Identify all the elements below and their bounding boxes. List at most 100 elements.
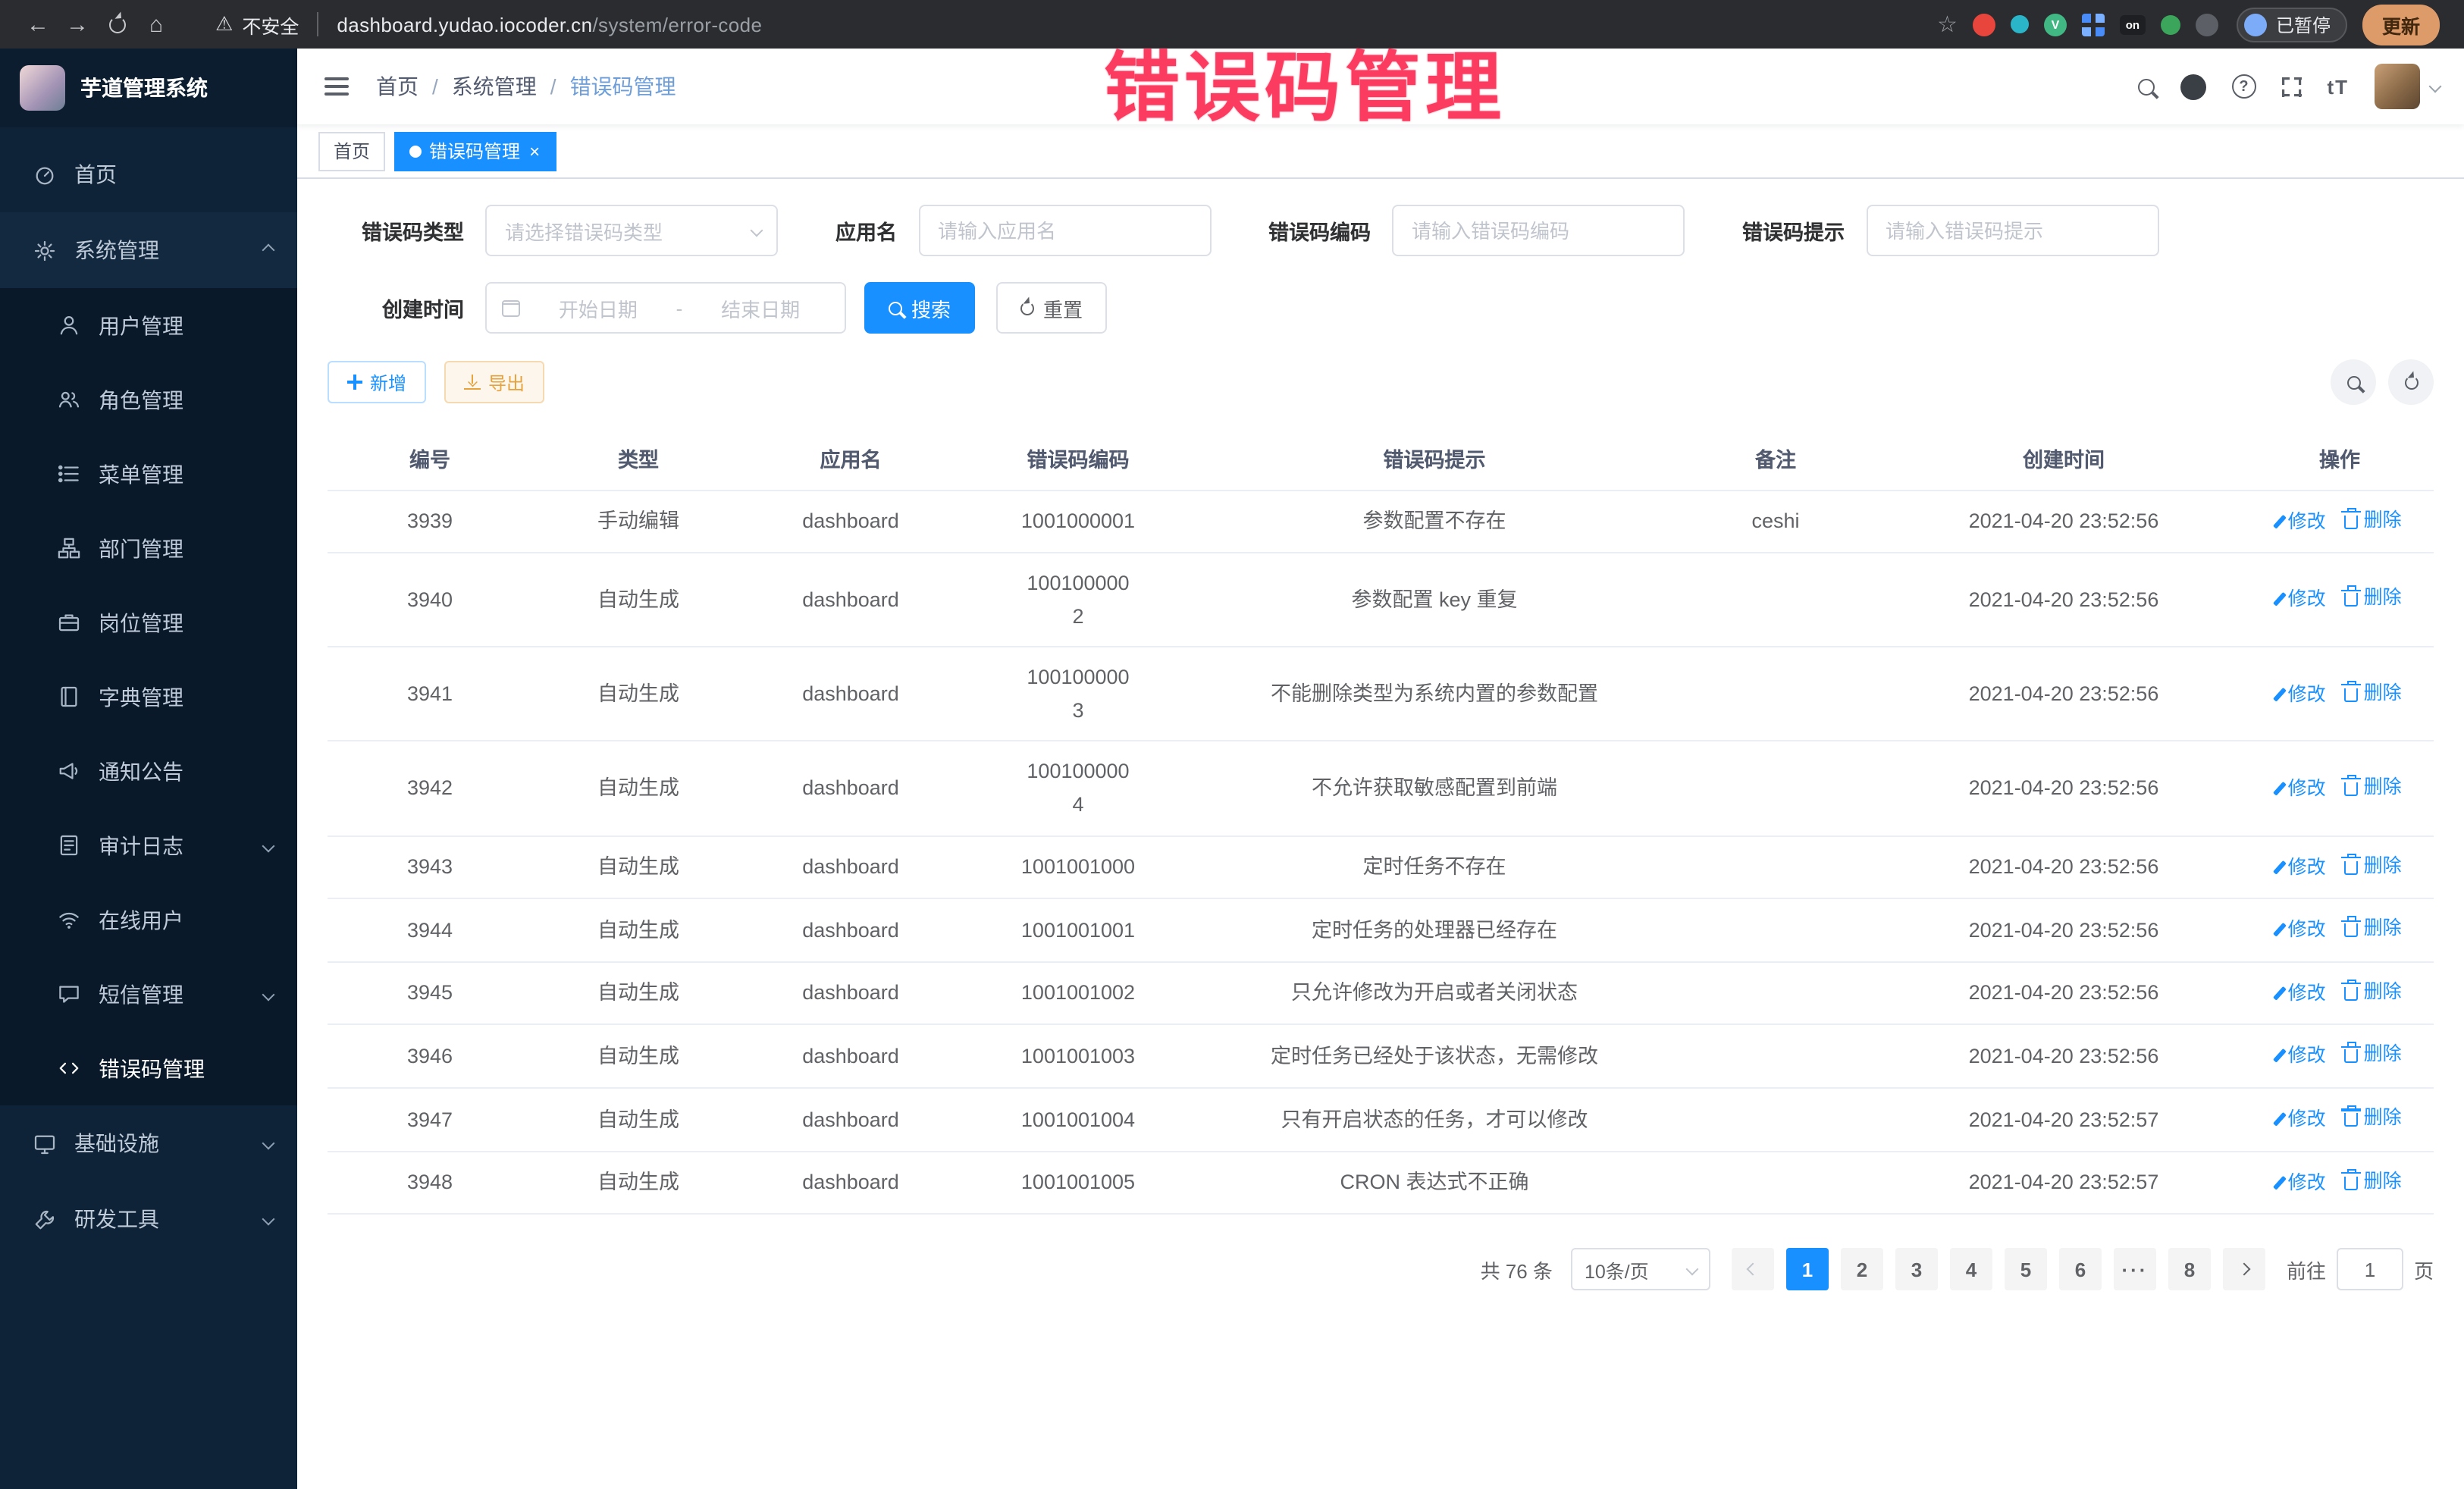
- delete-link[interactable]: 删除: [2344, 976, 2402, 1007]
- dashboard-icon: [32, 163, 56, 186]
- extension-icon-on[interactable]: on: [2120, 14, 2146, 34]
- error-code-input[interactable]: [1392, 205, 1685, 256]
- breadcrumb-separator: /: [432, 74, 438, 99]
- delete-link[interactable]: 删除: [2344, 914, 2402, 944]
- sidebar-item-announcement[interactable]: 通知公告: [0, 734, 297, 808]
- edit-icon: [2273, 923, 2286, 936]
- vue-devtools-extension-icon[interactable]: V: [2044, 13, 2067, 36]
- search-icon[interactable]: [2137, 78, 2154, 95]
- browser-forward-icon[interactable]: →: [58, 5, 97, 44]
- sidebar-item-audit-log[interactable]: 审计日志: [0, 808, 297, 882]
- edit-link[interactable]: 修改: [2277, 773, 2325, 804]
- extension-icon-dark[interactable]: [2196, 13, 2218, 36]
- browser-back-icon[interactable]: ←: [18, 5, 58, 44]
- page-button-5[interactable]: 5: [2005, 1248, 2047, 1290]
- sidebar-item-label: 基础设施: [74, 1128, 159, 1158]
- delete-link[interactable]: 删除: [2344, 1165, 2402, 1196]
- breadcrumb-home[interactable]: 首页: [376, 71, 419, 102]
- add-button[interactable]: 新增: [328, 361, 426, 403]
- breadcrumb: 首页 / 系统管理 / 错误码管理: [376, 71, 676, 102]
- sidebar-item-menu-management[interactable]: 菜单管理: [0, 437, 297, 511]
- page-size-select[interactable]: 10条/页: [1571, 1248, 1710, 1290]
- sidebar-item-sms-management[interactable]: 短信管理: [0, 957, 297, 1031]
- browser-home-icon[interactable]: ⌂: [136, 5, 176, 44]
- next-page-button[interactable]: [2223, 1248, 2265, 1290]
- goto-page-input[interactable]: [2337, 1248, 2403, 1290]
- delete-link[interactable]: 删除: [2344, 1039, 2402, 1070]
- refresh-table-button[interactable]: [2388, 359, 2434, 405]
- tab-home[interactable]: 首页: [318, 131, 385, 171]
- sidebar-item-dict-management[interactable]: 字典管理: [0, 660, 297, 734]
- delete-link[interactable]: 删除: [2344, 504, 2402, 534]
- site-security-indicator[interactable]: ⚠ 不安全: [215, 10, 299, 39]
- extension-icon-grid[interactable]: [2082, 13, 2105, 36]
- error-type-select[interactable]: 请选择错误码类型: [485, 205, 778, 256]
- extension-icon-teal[interactable]: [2011, 15, 2029, 33]
- sidebar-item-system-management[interactable]: 系统管理: [0, 212, 297, 288]
- edit-link[interactable]: 修改: [2277, 851, 2325, 882]
- delete-link[interactable]: 删除: [2344, 583, 2402, 613]
- download-icon: [464, 375, 481, 390]
- browser-reload-icon[interactable]: [97, 5, 136, 44]
- sidebar-item-user-management[interactable]: 用户管理: [0, 288, 297, 362]
- bookmark-star-icon[interactable]: ☆: [1937, 11, 1958, 38]
- sidebar-item-role-management[interactable]: 角色管理: [0, 362, 297, 437]
- table-header-cell: 操作: [2246, 426, 2434, 490]
- edit-icon: [2273, 986, 2286, 1000]
- address-bar[interactable]: dashboard.yudao.iocoder.cn/system/error-…: [337, 13, 762, 36]
- close-icon[interactable]: ×: [528, 142, 541, 160]
- error-hint-input[interactable]: [1866, 205, 2158, 256]
- browser-update-button[interactable]: 更新: [2362, 4, 2440, 45]
- page-button-8[interactable]: 8: [2168, 1248, 2211, 1290]
- page-button-1[interactable]: 1: [1786, 1248, 1829, 1290]
- edit-link[interactable]: 修改: [2277, 915, 2325, 945]
- reset-button[interactable]: 重置: [996, 282, 1107, 334]
- edit-link[interactable]: 修改: [2277, 506, 2325, 536]
- sidebar-item-online-users[interactable]: 在线用户: [0, 882, 297, 957]
- github-icon[interactable]: [2180, 74, 2205, 99]
- app-name-input[interactable]: [918, 205, 1211, 256]
- edit-link[interactable]: 修改: [2277, 679, 2325, 709]
- breadcrumb-system[interactable]: 系统管理: [452, 71, 537, 102]
- extension-icon-red[interactable]: [1973, 13, 1995, 36]
- sidebar-item-dev-tools[interactable]: 研发工具: [0, 1181, 297, 1257]
- delete-link[interactable]: 删除: [2344, 772, 2402, 802]
- help-icon[interactable]: ?: [2231, 74, 2256, 99]
- page-button-2[interactable]: 2: [1841, 1248, 1883, 1290]
- edit-link[interactable]: 修改: [2277, 585, 2325, 615]
- sidebar-toggle-icon[interactable]: [321, 71, 352, 102]
- app-logo[interactable]: 芋道管理系统: [0, 49, 297, 127]
- font-size-icon[interactable]: tT: [2327, 75, 2349, 98]
- export-button[interactable]: 导出: [444, 361, 544, 403]
- edit-link[interactable]: 修改: [2277, 1167, 2325, 1197]
- page-button-6[interactable]: 6: [2059, 1248, 2102, 1290]
- edit-link[interactable]: 修改: [2277, 1104, 2325, 1134]
- cell-created: 2021-04-20 23:52:56: [1882, 553, 2246, 647]
- prev-page-button[interactable]: [1732, 1248, 1774, 1290]
- fullscreen-icon[interactable]: [2281, 77, 2301, 96]
- date-range-picker[interactable]: 开始日期 - 结束日期: [485, 282, 846, 334]
- sidebar-item-infrastructure[interactable]: 基础设施: [0, 1105, 297, 1181]
- sidebar-item-home[interactable]: 首页: [0, 136, 297, 212]
- toggle-search-button[interactable]: [2331, 359, 2376, 405]
- delete-link[interactable]: 删除: [2344, 1102, 2402, 1133]
- user-avatar-menu[interactable]: [2375, 64, 2440, 109]
- sidebar-item-dept-management[interactable]: 部门管理: [0, 511, 297, 585]
- page-button-4[interactable]: 4: [1950, 1248, 1992, 1290]
- delete-link[interactable]: 删除: [2344, 850, 2402, 880]
- sidebar-item-post-management[interactable]: 岗位管理: [0, 585, 297, 660]
- user-icon: [56, 314, 80, 337]
- page-button-3[interactable]: 3: [1895, 1248, 1938, 1290]
- cell-id: 3943: [328, 835, 532, 898]
- filter-row-2: 创建时间 开始日期 - 结束日期 搜索 重置: [328, 282, 2434, 334]
- tab-error-code-management[interactable]: 错误码管理 ×: [394, 131, 556, 171]
- more-pages-button[interactable]: ···: [2114, 1248, 2156, 1290]
- sidebar: 芋道管理系统 首页 系统管理 用户管理: [0, 49, 297, 1489]
- extension-icon-green[interactable]: [2161, 14, 2180, 34]
- edit-link[interactable]: 修改: [2277, 978, 2325, 1008]
- edit-link[interactable]: 修改: [2277, 1041, 2325, 1071]
- browser-profile-button[interactable]: 已暂停: [2237, 7, 2347, 42]
- sidebar-item-error-code-management[interactable]: 错误码管理: [0, 1031, 297, 1105]
- delete-link[interactable]: 删除: [2344, 677, 2402, 707]
- search-button[interactable]: 搜索: [864, 282, 975, 334]
